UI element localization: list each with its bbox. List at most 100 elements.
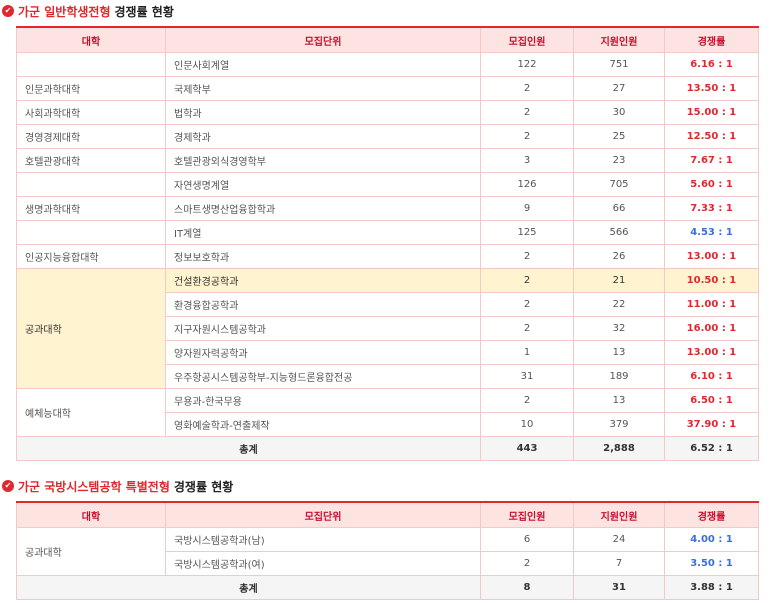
section-title-rest: 경쟁률 현황 bbox=[114, 4, 174, 19]
quota-cell: 6 bbox=[480, 527, 574, 552]
applicants-cell: 26 bbox=[573, 244, 665, 269]
table-row: IT계열 125 566 4.53 : 1 bbox=[16, 220, 759, 245]
college-cell: 인공지능융합대학 bbox=[16, 244, 166, 269]
table-row: 호텔관광대학 호텔관광외식경영학부 3 23 7.67 : 1 bbox=[16, 148, 759, 173]
unit-cell: 스마트생명산업융합학과 bbox=[165, 196, 481, 221]
applicants-cell: 21 bbox=[573, 268, 665, 293]
rate-cell: 6.10 : 1 bbox=[664, 364, 759, 389]
table-row: 경영경제대학 경제학과 2 25 12.50 : 1 bbox=[16, 124, 759, 149]
total-label: 총계 bbox=[16, 436, 481, 461]
total-applicants: 2,888 bbox=[573, 436, 665, 461]
college-cell bbox=[16, 220, 166, 245]
applicants-cell: 7 bbox=[573, 551, 665, 576]
applicants-cell: 189 bbox=[573, 364, 665, 389]
header-college: 대학 bbox=[16, 26, 166, 53]
header-quota: 모집인원 bbox=[480, 501, 574, 528]
defense-admission-table: 대학 모집단위 모집인원 지원인원 경쟁률 공과대학 국방시스템공학과(남) 6… bbox=[16, 501, 759, 600]
rate-cell: 12.50 : 1 bbox=[664, 124, 759, 149]
applicants-cell: 24 bbox=[573, 527, 665, 552]
rate-cell: 4.00 : 1 bbox=[664, 527, 759, 552]
rate-cell: 5.60 : 1 bbox=[664, 172, 759, 197]
college-cell-arts: 예체능대학 bbox=[16, 388, 166, 437]
rate-cell: 6.16 : 1 bbox=[664, 52, 759, 77]
quota-cell: 31 bbox=[480, 364, 574, 389]
college-cell bbox=[16, 172, 166, 197]
quota-cell: 2 bbox=[480, 244, 574, 269]
applicants-cell: 30 bbox=[573, 100, 665, 125]
total-applicants: 31 bbox=[573, 575, 665, 600]
header-unit: 모집단위 bbox=[165, 501, 481, 528]
total-label: 총계 bbox=[16, 575, 481, 600]
rate-cell: 10.50 : 1 bbox=[664, 268, 759, 293]
unit-cell: 환경융합공학과 bbox=[165, 292, 481, 317]
rate-cell: 15.00 : 1 bbox=[664, 100, 759, 125]
college-cell: 경영경제대학 bbox=[16, 124, 166, 149]
quota-cell: 10 bbox=[480, 412, 574, 437]
total-rate: 3.88 : 1 bbox=[664, 575, 759, 600]
applicants-cell: 32 bbox=[573, 316, 665, 341]
rate-cell: 3.50 : 1 bbox=[664, 551, 759, 576]
unit-cell: 국방시스템공학과(남) bbox=[165, 527, 481, 552]
header-rate: 경쟁률 bbox=[664, 26, 759, 53]
header-unit: 모집단위 bbox=[165, 26, 481, 53]
applicants-cell: 566 bbox=[573, 220, 665, 245]
college-cell-engineering: 공과대학 bbox=[16, 527, 166, 576]
unit-cell: 지구자원시스템공학과 bbox=[165, 316, 481, 341]
table-row: 공과대학 국방시스템공학과(남) 6 24 4.00 : 1 bbox=[16, 527, 759, 576]
college-cell: 호텔관광대학 bbox=[16, 148, 166, 173]
section-title-highlight: 가군 일반학생전형 bbox=[18, 4, 111, 19]
rate-cell: 11.00 : 1 bbox=[664, 292, 759, 317]
section-title-rest: 경쟁률 현황 bbox=[173, 479, 234, 494]
rate-cell: 6.50 : 1 bbox=[664, 388, 759, 413]
total-quota: 443 bbox=[480, 436, 574, 461]
general-admission-table: 대학 모집단위 모집인원 지원인원 경쟁률 인문사회계열 122 751 6.1… bbox=[16, 26, 759, 461]
college-cell: 인문과학대학 bbox=[16, 76, 166, 101]
table-row: 사회과학대학 법학과 2 30 15.00 : 1 bbox=[16, 100, 759, 125]
college-cell: 생명과학대학 bbox=[16, 196, 166, 221]
unit-cell: 호텔관광외식경영학부 bbox=[165, 148, 481, 173]
table-row: 인공지능융합대학 정보보호학과 2 26 13.00 : 1 bbox=[16, 244, 759, 269]
table-row: 자연생명계열 126 705 5.60 : 1 bbox=[16, 172, 759, 197]
quota-cell: 2 bbox=[480, 76, 574, 101]
rate-cell: 13.00 : 1 bbox=[664, 244, 759, 269]
total-quota: 8 bbox=[480, 575, 574, 600]
quota-cell: 2 bbox=[480, 292, 574, 317]
applicants-cell: 22 bbox=[573, 292, 665, 317]
table-row: 인문사회계열 122 751 6.16 : 1 bbox=[16, 52, 759, 77]
quota-cell: 3 bbox=[480, 148, 574, 173]
quota-cell: 126 bbox=[480, 172, 574, 197]
unit-cell: 영화예술학과-연출제작 bbox=[165, 412, 481, 437]
check-circle-icon: ✔ bbox=[2, 5, 14, 17]
quota-cell: 9 bbox=[480, 196, 574, 221]
total-row: 총계 8 31 3.88 : 1 bbox=[16, 575, 759, 600]
unit-cell: 우주항공시스템공학부-지능형드론융합전공 bbox=[165, 364, 481, 389]
table-header-row: 대학 모집단위 모집인원 지원인원 경쟁률 bbox=[16, 501, 759, 528]
quota-cell: 1 bbox=[480, 340, 574, 365]
header-applicants: 지원인원 bbox=[573, 26, 665, 53]
unit-cell: 무용과-한국무용 bbox=[165, 388, 481, 413]
unit-cell: 양자원자력공학과 bbox=[165, 340, 481, 365]
header-quota: 모집인원 bbox=[480, 26, 574, 53]
table-row: 생명과학대학 스마트생명산업융합학과 9 66 7.33 : 1 bbox=[16, 196, 759, 221]
applicants-cell: 25 bbox=[573, 124, 665, 149]
applicants-cell: 23 bbox=[573, 148, 665, 173]
college-cell-engineering: 공과대학 bbox=[16, 268, 166, 389]
table-row: 공과대학 건설환경공학과 2 21 10.50 : 1 bbox=[16, 268, 759, 389]
rate-cell: 16.00 : 1 bbox=[664, 316, 759, 341]
unit-cell: 자연생명계열 bbox=[165, 172, 481, 197]
total-rate: 6.52 : 1 bbox=[664, 436, 759, 461]
quota-cell: 2 bbox=[480, 551, 574, 576]
applicants-cell: 751 bbox=[573, 52, 665, 77]
applicants-cell: 13 bbox=[573, 340, 665, 365]
unit-cell: IT계열 bbox=[165, 220, 481, 245]
unit-cell: 인문사회계열 bbox=[165, 52, 481, 77]
check-circle-icon: ✔ bbox=[2, 480, 14, 492]
table-row: 예체능대학 무용과-한국무용 2 13 6.50 : 1 bbox=[16, 388, 759, 437]
applicants-cell: 705 bbox=[573, 172, 665, 197]
total-row: 총계 443 2,888 6.52 : 1 bbox=[16, 436, 759, 461]
applicants-cell: 13 bbox=[573, 388, 665, 413]
quota-cell: 2 bbox=[480, 388, 574, 413]
quota-cell: 2 bbox=[480, 100, 574, 125]
quota-cell: 125 bbox=[480, 220, 574, 245]
section-title-highlight: 가군 국방시스템공학 특별전형 bbox=[18, 479, 170, 494]
